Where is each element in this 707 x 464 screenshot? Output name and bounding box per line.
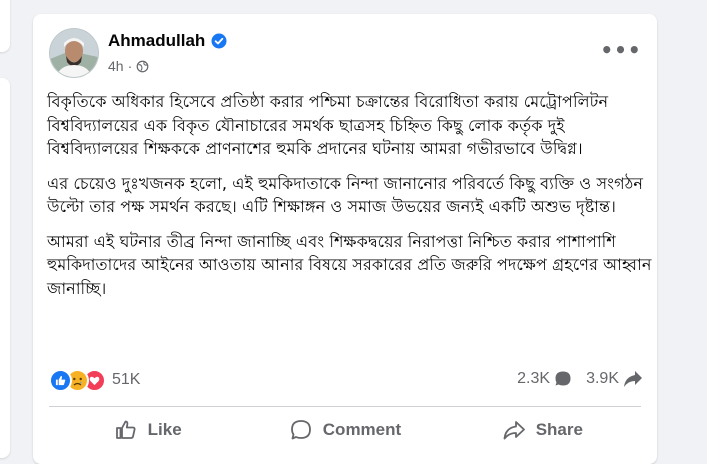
share-count: 3.9K xyxy=(586,370,619,387)
post-paragraph: আমরা এই ঘটনার তীব্র নিন্দা জানাচ্ছি এবং … xyxy=(47,231,652,298)
like-button[interactable]: Like xyxy=(49,412,246,448)
post-actions: Like Comment Share xyxy=(49,412,641,448)
left-panel-stub xyxy=(0,0,10,52)
share-button[interactable]: Share xyxy=(444,412,641,448)
post-body: বিকৃতিকে অধিকার হিসেবে প্রতিষ্ঠা করার পশ… xyxy=(47,90,653,311)
comment-label: Comment xyxy=(322,420,402,439)
comment-stat[interactable]: 2.3K xyxy=(517,370,572,388)
avatar[interactable] xyxy=(49,28,99,78)
comment-count: 2.3K xyxy=(517,370,551,387)
share-arrow-icon xyxy=(624,371,642,387)
verified-badge-icon xyxy=(211,33,227,49)
comment-bubble-icon xyxy=(555,371,571,386)
reaction-count[interactable]: 51K xyxy=(112,371,140,389)
like-reaction-icon xyxy=(49,368,72,392)
share-icon xyxy=(503,421,525,440)
meta-separator: · xyxy=(127,58,133,74)
share-label: Share xyxy=(535,420,583,439)
post-paragraph: এর চেয়েও দুঃখজনক হলো, এই হুমকিদাতাকে নি… xyxy=(47,173,644,217)
left-panel-stub xyxy=(0,78,10,458)
post-paragraph: বিকৃতিকে অধিকার হিসেবে প্রতিষ্ঠা করার পশ… xyxy=(47,92,609,158)
divider xyxy=(49,406,641,407)
comment-button[interactable]: Comment xyxy=(246,412,443,448)
thumbs-up-icon xyxy=(115,420,136,439)
reaction-summary[interactable]: 51K xyxy=(49,368,140,392)
post-card: Ahmadullah 4h · ••• বিকৃতিকে অধিকার হিসে… xyxy=(33,14,657,464)
post-timestamp[interactable]: 4h xyxy=(108,58,124,74)
author-name[interactable]: Ahmadullah xyxy=(108,31,205,51)
avatar-image xyxy=(50,29,98,77)
like-label: Like xyxy=(147,420,182,439)
author-header: Ahmadullah xyxy=(108,31,227,51)
globe-icon[interactable] xyxy=(136,60,149,73)
comment-icon xyxy=(290,420,311,440)
post-meta: 4h · xyxy=(108,58,149,74)
share-stat[interactable]: 3.9K xyxy=(586,370,643,388)
more-options-icon[interactable]: ••• xyxy=(600,38,640,62)
engagement-stats: 2.3K 3.9K xyxy=(517,370,643,388)
